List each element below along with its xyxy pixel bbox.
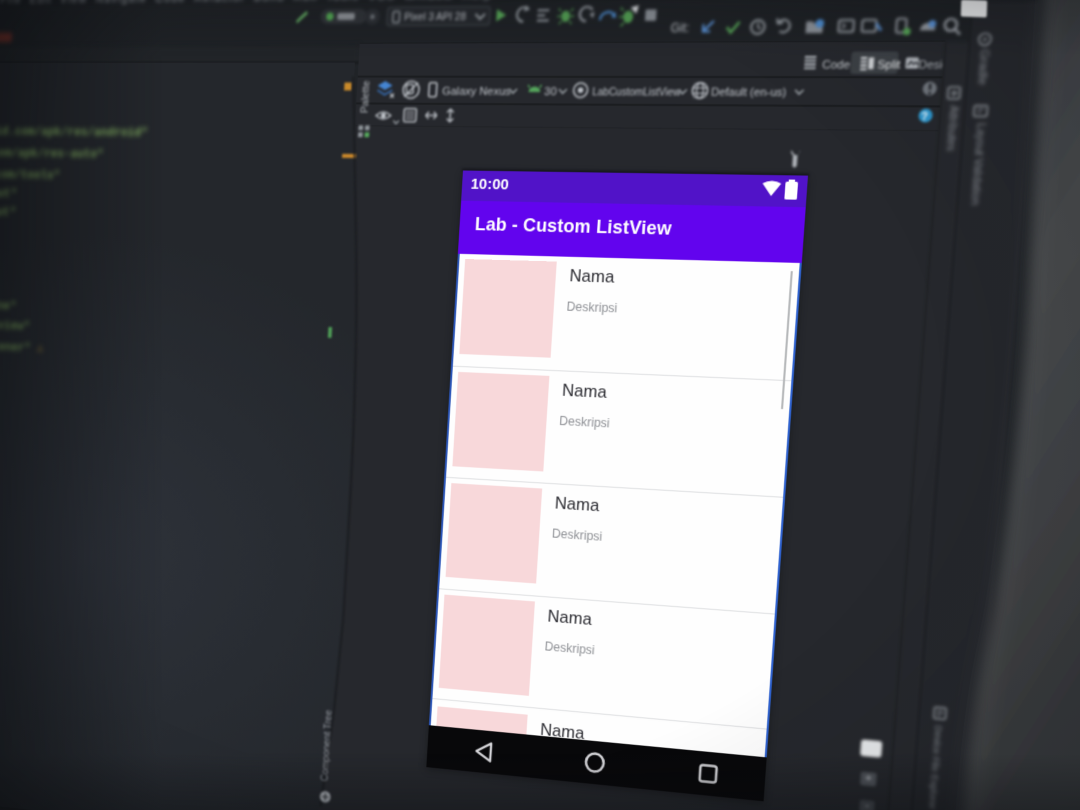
svg-text:Split: Split: [877, 59, 901, 72]
svg-text:Default (en-us): Default (en-us): [711, 87, 787, 100]
svg-text:LabCustomListView: LabCustomListView: [592, 86, 682, 98]
svg-text:Code: Code: [822, 59, 851, 72]
svg-text:30: 30: [544, 86, 558, 99]
svg-text:?: ?: [921, 111, 929, 123]
svg-text:Pixel 3 API 28: Pixel 3 API 28: [404, 10, 467, 23]
svg-text:Git:: Git:: [670, 22, 690, 36]
svg-text:Design: Design: [918, 59, 945, 72]
svg-text:Galaxy Nexus: Galaxy Nexus: [442, 86, 511, 99]
